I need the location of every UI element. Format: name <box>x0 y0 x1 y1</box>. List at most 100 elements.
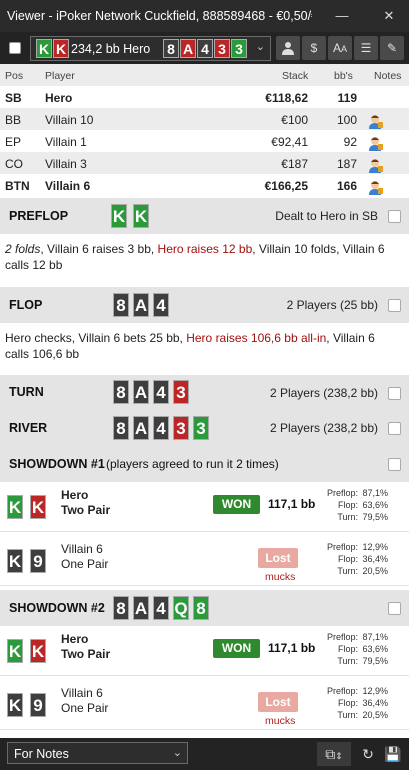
playing-card: K <box>7 639 23 663</box>
notes-select-value: For Notes <box>14 747 69 761</box>
toolbar: KK 234,2 bb Hero 8A433 ⌄ $ AA ☰ ✎ <box>0 32 409 64</box>
player-row[interactable]: SB Hero €118,62 119 <box>0 86 409 108</box>
close-icon[interactable]: ✕ <box>373 0 405 32</box>
player-bbs: 166 <box>336 179 357 193</box>
notes-select[interactable]: For Notes ⌄ <box>7 742 188 764</box>
pencil-icon[interactable]: ✎ <box>380 36 404 60</box>
player-note-icon[interactable] <box>368 179 384 195</box>
hand-viewer-window: Viewer - iPoker Network Cuckfield, 88858… <box>0 0 409 770</box>
player-row[interactable]: EP Villain 1 €92,41 92 <box>0 130 409 152</box>
mucks-label: mucks <box>265 571 296 583</box>
equity-label: Flop: <box>337 644 358 654</box>
player-note-icon[interactable] <box>368 135 384 151</box>
player-position: SB <box>5 91 22 105</box>
playing-card: K <box>133 204 149 228</box>
player-name: Villain 3 <box>45 157 87 171</box>
equity-line: Flop: 36,4% <box>318 553 388 565</box>
equity-line: Flop: 63,6% <box>318 643 388 655</box>
player-position: BTN <box>5 179 30 193</box>
flop-checkbox[interactable] <box>388 299 401 312</box>
showdown-hand-rank: Two Pair <box>61 647 111 661</box>
street-name: RIVER <box>9 421 48 435</box>
save-icon[interactable]: 💾 <box>382 742 404 766</box>
player-row[interactable]: BTN Villain 6 €166,25 166 <box>0 174 409 196</box>
playing-card: 8 <box>113 293 129 317</box>
playing-card: 8 <box>193 596 209 620</box>
player-row[interactable]: CO Villain 3 €187 187 <box>0 152 409 174</box>
playing-card: A <box>133 380 149 404</box>
river-checkbox[interactable] <box>388 422 401 435</box>
playing-card: A <box>180 39 196 58</box>
player-stack: €118,62 <box>265 91 308 105</box>
equity-value: 36,4% <box>362 698 388 708</box>
user-icon[interactable] <box>276 36 300 60</box>
playing-card: A <box>133 293 149 317</box>
player-bbs: 92 <box>343 135 357 149</box>
showdown-player-row: K 9 Villain 6 One Pair Lost mucks Preflop: 12,9… <box>0 680 409 730</box>
equity-line: Preflop: 87,1% <box>318 631 388 643</box>
playing-card: 3 <box>193 416 209 440</box>
equity-stats: Preflop: 87,1% Flop: 63,6% Turn: 79,5% <box>318 631 388 667</box>
playing-card: 4 <box>153 416 169 440</box>
select-hand-checkbox[interactable] <box>9 42 21 54</box>
font-size-icon[interactable]: AA <box>328 36 352 60</box>
player-name: Villain 1 <box>45 135 87 149</box>
equity-value: 20,5% <box>362 566 388 576</box>
chevron-down-icon: ⌄ <box>255 41 265 53</box>
playing-card: K <box>30 639 46 663</box>
minimize-icon[interactable]: — <box>326 0 358 32</box>
playing-card: Q <box>173 596 189 620</box>
playing-card: A <box>133 416 149 440</box>
turn-header: TURN 8A43 2 Players (238,2 bb) <box>0 375 409 410</box>
equity-value: 12,9% <box>362 542 388 552</box>
street-name: SHOWDOWN #1 <box>9 457 105 471</box>
showdown-note: (players agreed to run it 2 times) <box>106 457 279 471</box>
equity-label: Preflop: <box>326 632 358 642</box>
player-position: EP <box>5 135 22 149</box>
copy-icon[interactable]: ⧉⇕ <box>317 742 351 766</box>
player-stack: €166,25 <box>264 179 308 193</box>
playing-card: 8 <box>113 416 129 440</box>
playing-card: K <box>7 495 23 519</box>
player-note-icon[interactable] <box>368 157 384 173</box>
players-table-header: Pos Player Stack bb's Notes <box>0 64 409 86</box>
player-name: Villain 6 One Pair <box>61 686 108 716</box>
refresh-icon[interactable]: ↻ <box>357 742 379 766</box>
playing-card: 3 <box>214 39 230 58</box>
preflop-actions: 2 folds, Villain 6 raises 3 bb, Hero rai… <box>5 241 401 273</box>
col-stack: Stack <box>282 70 309 82</box>
equity-label: Turn: <box>337 656 358 666</box>
street-name: PREFLOP <box>9 209 69 223</box>
equity-line: Preflop: 12,9% <box>318 541 388 553</box>
playing-card: 3 <box>231 39 247 58</box>
turn-checkbox[interactable] <box>388 387 401 400</box>
player-name: Villain 10 <box>45 113 94 127</box>
player-position: BB <box>5 113 22 127</box>
player-note-icon[interactable] <box>368 113 384 129</box>
equity-label: Preflop: <box>326 542 358 552</box>
action-text: Hero raises 106,6 bb all-in <box>186 331 327 345</box>
player-stack: €187 <box>281 157 308 171</box>
dollar-icon[interactable]: $ <box>302 36 326 60</box>
preflop-header: PREFLOP KK Dealt to Hero in SB <box>0 198 409 234</box>
col-pos: Pos <box>5 70 24 82</box>
hand-selector[interactable]: KK 234,2 bb Hero 8A433 ⌄ <box>30 36 271 61</box>
showdown-player-row: K 9 Villain 6 One Pair Lost mucks Preflop: 12,9… <box>0 536 409 586</box>
playing-card: A <box>133 596 149 620</box>
showdown2-checkbox[interactable] <box>388 602 401 615</box>
showdown1-checkbox[interactable] <box>388 458 401 471</box>
list-icon[interactable]: ☰ <box>354 36 378 60</box>
street-name: TURN <box>9 385 44 399</box>
player-bbs: 119 <box>337 91 357 105</box>
won-amount: 117,1 bb <box>268 497 316 511</box>
equity-value: 63,6% <box>362 500 388 510</box>
equity-value: 63,6% <box>362 644 388 654</box>
player-row[interactable]: BB Villain 10 €100 100 <box>0 108 409 130</box>
preflop-checkbox[interactable] <box>388 210 401 223</box>
player-name: Hero Two Pair <box>61 632 110 662</box>
equity-label: Flop: <box>337 698 358 708</box>
showdown-hand-rank: One Pair <box>61 557 109 571</box>
showdown-player-row: K K Hero Two Pair WON 117,1 bb Preflop: 87,1% Fl… <box>0 482 409 532</box>
mucks-label: mucks <box>265 715 296 727</box>
playing-card: 4 <box>153 380 169 404</box>
